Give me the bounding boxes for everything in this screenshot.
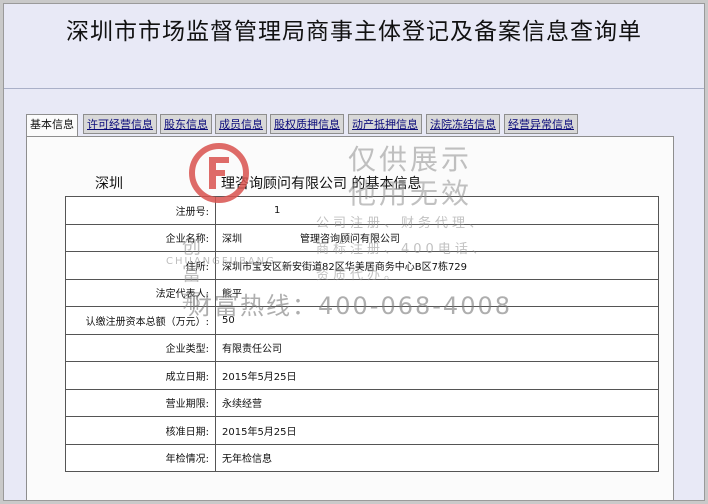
business-term-value: 永续经营 [215, 388, 659, 417]
row-key: 企业名称: [65, 223, 216, 252]
row-key: 认缴注册资本总额（万元）: [65, 306, 216, 335]
table-row: 法定代表人: 熊平 [65, 278, 659, 307]
basic-info-table: 注册号: 1 企业名称: 深圳 管理咨询顾问有限公司 住所: 深圳市宝安区新安街道… [65, 196, 659, 472]
annual-inspection-value: 无年检信息 [215, 443, 659, 472]
redacted-block [222, 204, 274, 214]
redacted-block [123, 176, 221, 190]
row-key: 法定代表人: [65, 278, 216, 307]
table-row: 成立日期: 2015年5月25日 [65, 361, 659, 390]
table-row: 企业类型: 有限责任公司 [65, 333, 659, 362]
row-key: 注册号: [65, 196, 216, 225]
row-key: 成立日期: [65, 361, 216, 390]
row-key: 住所: [65, 251, 216, 280]
basic-info-heading: 深圳 理咨询顾问有限公司 的基本信息 [95, 173, 421, 193]
query-sheet-window: 深圳市市场监督管理局商事主体登记及备案信息查询单 基本信息 许可经营信息 股东信… [3, 3, 705, 501]
tab-member-info[interactable]: 成员信息 [215, 114, 267, 134]
tab-abnormal-operation-info[interactable]: 经营异常信息 [504, 114, 578, 134]
title-divider [4, 88, 704, 89]
table-row: 核准日期: 2015年5月25日 [65, 416, 659, 445]
table-row: 住所: 深圳市宝安区新安街道82区华美居商务中心B区7栋729 [65, 251, 659, 280]
table-row: 营业期限: 永续经营 [65, 388, 659, 417]
heading-suffix: 理咨询顾问有限公司 的基本信息 [221, 176, 422, 192]
redacted-block [242, 233, 300, 243]
row-value: 1 [215, 196, 659, 225]
registration-number-value: 1 [274, 205, 281, 217]
table-row: 认缴注册资本总额（万元）: 50 [65, 306, 659, 335]
tab-basic-info[interactable]: 基本信息 [26, 114, 78, 137]
heading-prefix: 深圳 [95, 176, 123, 192]
table-row: 注册号: 1 [65, 196, 659, 225]
tab-equity-pledge-info[interactable]: 股权质押信息 [270, 114, 344, 134]
table-row: 年检情况: 无年检信息 [65, 443, 659, 472]
company-name-prefix: 深圳 [222, 234, 242, 246]
row-value: 深圳 管理咨询顾问有限公司 [215, 223, 659, 252]
row-key: 核准日期: [65, 416, 216, 445]
approval-date-value: 2015年5月25日 [215, 416, 659, 445]
company-name-suffix: 管理咨询顾问有限公司 [300, 234, 400, 246]
table-row: 企业名称: 深圳 管理咨询顾问有限公司 [65, 223, 659, 252]
legal-representative-value: 熊平 [215, 278, 659, 307]
tab-chattel-mortgage-info[interactable]: 动产抵押信息 [348, 114, 422, 134]
page-title: 深圳市市场监督管理局商事主体登记及备案信息查询单 [66, 19, 642, 45]
row-key: 企业类型: [65, 333, 216, 362]
establish-date-value: 2015年5月25日 [215, 361, 659, 390]
basic-info-panel: 深圳 理咨询顾问有限公司 的基本信息 注册号: 1 企业名称: 深圳 管理咨询顾问有… [26, 136, 674, 500]
tab-court-freeze-info[interactable]: 法院冻结信息 [426, 114, 500, 134]
row-key: 年检情况: [65, 443, 216, 472]
tab-shareholder-info[interactable]: 股东信息 [160, 114, 212, 134]
tab-license-info[interactable]: 许可经营信息 [83, 114, 157, 134]
row-key: 营业期限: [65, 388, 216, 417]
company-type-value: 有限责任公司 [215, 333, 659, 362]
registered-capital-value: 50 [215, 306, 659, 335]
address-value: 深圳市宝安区新安街道82区华美居商务中心B区7栋729 [215, 251, 659, 280]
